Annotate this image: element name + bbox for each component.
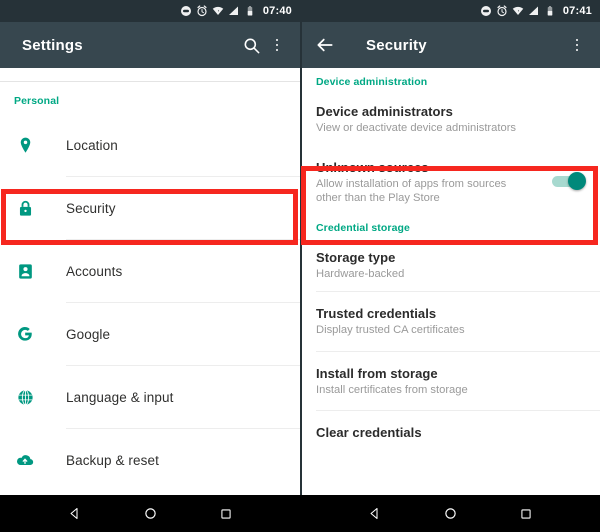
page-title-security: Security — [366, 36, 427, 54]
screenshot-root: 07:40 Settings Personal Location Securit… — [0, 0, 600, 532]
security-list[interactable]: Device administration Device administrat… — [302, 68, 600, 532]
list-item-title: Trusted credentials — [316, 306, 437, 321]
signal-icon — [528, 5, 540, 17]
sidebar-item-location[interactable]: Location — [0, 114, 300, 176]
back-triangle-icon[interactable] — [63, 503, 85, 525]
alarm-icon — [496, 5, 508, 17]
do-not-disturb-icon — [180, 5, 192, 17]
wifi-icon — [212, 5, 224, 17]
status-time-left: 07:40 — [262, 5, 292, 17]
wifi-icon — [512, 5, 524, 17]
cloud-upload-icon — [14, 449, 36, 471]
overflow-dots — [575, 38, 579, 52]
account-box-icon — [14, 260, 36, 282]
location-pin-icon — [14, 134, 36, 156]
list-item-subtitle: View or deactivate device administrators — [316, 122, 517, 134]
list-item-subtitle: Allow installation of apps from sources … — [316, 177, 507, 205]
do-not-disturb-icon — [480, 5, 492, 17]
navigation-bars — [0, 495, 600, 532]
navigation-bar-left — [0, 495, 300, 532]
lock-icon — [14, 197, 36, 219]
back-triangle-icon[interactable] — [363, 503, 385, 525]
status-bar-left: 07:40 — [0, 0, 300, 22]
sidebar-item-label: Google — [66, 326, 111, 342]
list-item-title: Device administrators — [316, 104, 453, 119]
left-phone-pane: 07:40 Settings Personal Location Securit… — [0, 0, 300, 532]
page-title-settings: Settings — [22, 36, 83, 54]
list-item-subtitle: Display trusted CA certificates — [316, 324, 465, 336]
list-item-subtitle: Hardware-backed — [316, 267, 405, 280]
list-item-title: Clear credentials — [316, 425, 422, 440]
unknown-sources-toggle[interactable] — [552, 171, 586, 190]
settings-list[interactable]: Personal Location Security Accounts Goog… — [0, 68, 300, 532]
list-item-title: Install from storage — [316, 365, 438, 381]
sidebar-item-accounts[interactable]: Accounts — [0, 240, 300, 302]
sidebar-item-google[interactable]: Google — [0, 303, 300, 365]
section-header-credential-storage: Credential storage — [316, 221, 410, 234]
home-circle-icon[interactable] — [439, 503, 461, 525]
battery-icon — [544, 5, 556, 17]
list-item-clear-credentials[interactable]: Clear credentials — [302, 411, 600, 452]
section-header-personal: Personal — [14, 95, 60, 107]
status-bar-right: 07:41 — [302, 0, 600, 22]
sidebar-item-backup-reset[interactable]: Backup & reset — [0, 429, 300, 491]
status-time-right: 07:41 — [562, 5, 592, 17]
list-item-device-administrators[interactable]: Device administrators View or deactivate… — [302, 94, 600, 146]
globe-icon — [14, 386, 36, 408]
list-item-storage-type[interactable]: Storage type Hardware-backed — [302, 240, 600, 292]
overflow-dots — [275, 38, 279, 52]
sidebar-item-label: Language & input — [66, 389, 174, 405]
list-item-title: Storage type — [316, 249, 396, 265]
battery-icon — [244, 5, 256, 17]
app-bar-left: Settings — [0, 22, 300, 68]
signal-icon — [228, 5, 240, 17]
alarm-icon — [196, 5, 208, 17]
recents-square-icon[interactable] — [515, 503, 537, 525]
sidebar-item-label: Security — [66, 200, 116, 216]
sidebar-item-security[interactable]: Security — [0, 177, 300, 239]
list-item-unknown-sources[interactable]: Unknown sources Allow installation of ap… — [302, 146, 600, 216]
app-bar-right: Security — [302, 22, 600, 68]
section-header-device-administration: Device administration — [316, 76, 428, 88]
more-vert-icon-right[interactable] — [564, 32, 590, 58]
arrow-back-icon[interactable] — [312, 32, 338, 58]
sidebar-item-label: Accounts — [66, 263, 123, 279]
right-phone-pane: 07:41 Security Device administration Dev… — [300, 0, 600, 532]
home-circle-icon[interactable] — [139, 503, 161, 525]
list-item-install-from-storage[interactable]: Install from storage Install certificate… — [302, 352, 600, 411]
google-g-icon — [14, 323, 36, 345]
sidebar-item-label: Backup & reset — [66, 452, 159, 468]
sidebar-item-language-input[interactable]: Language & input — [0, 366, 300, 428]
list-item-trusted-credentials[interactable]: Trusted credentials Display trusted CA c… — [302, 292, 600, 351]
list-item-subtitle: Install certificates from storage — [316, 383, 468, 396]
search-icon[interactable] — [238, 32, 264, 58]
more-vert-icon-left[interactable] — [264, 32, 290, 58]
recents-square-icon[interactable] — [215, 503, 237, 525]
navigation-bar-right — [300, 495, 600, 532]
sidebar-item-label: Location — [66, 137, 118, 153]
list-item-title: Unknown sources — [316, 159, 429, 175]
toggle-thumb — [568, 171, 586, 190]
